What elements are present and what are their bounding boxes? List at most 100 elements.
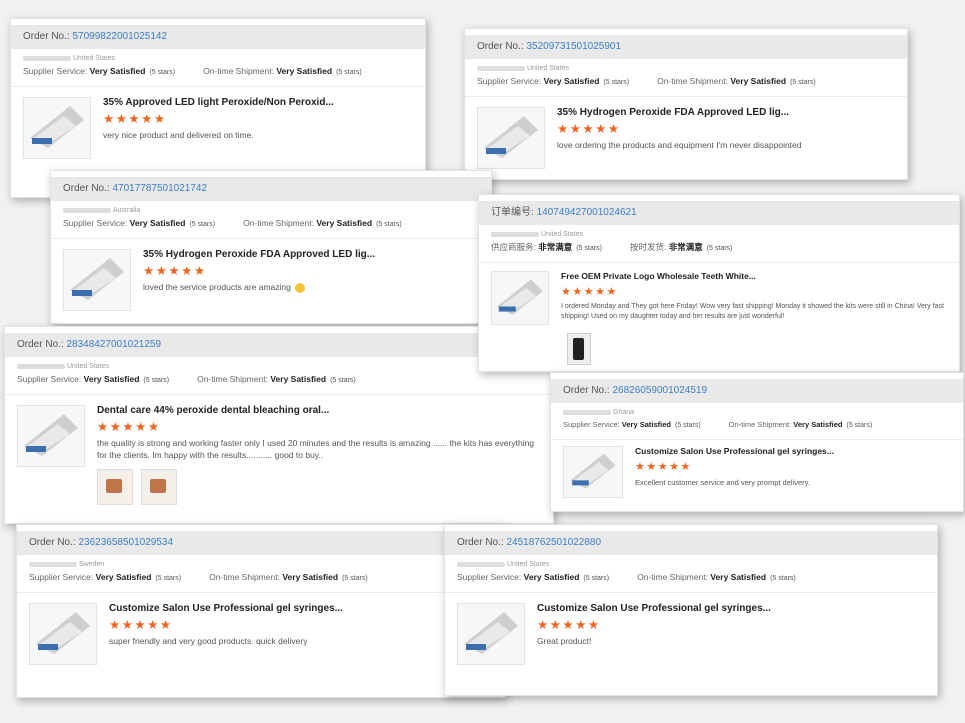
order-label: Order No.: bbox=[457, 537, 504, 548]
supplier-service-label: Supplier Service: bbox=[63, 218, 128, 228]
order-number-link[interactable]: 47017787501021742 bbox=[112, 183, 207, 194]
supplier-service-value: 非常满意 bbox=[538, 242, 573, 252]
supplier-service-stars: (5 stars) bbox=[155, 575, 182, 582]
rating-stars: ★★★★★ bbox=[97, 420, 161, 434]
order-number-link[interactable]: 28348427001021259 bbox=[66, 339, 161, 350]
shipment-value: 非常满意 bbox=[668, 242, 703, 252]
order-number-link[interactable]: 26826059001024519 bbox=[612, 385, 707, 396]
order-number-link[interactable]: 24518762501022880 bbox=[506, 537, 601, 548]
rating-stars: ★★★★★ bbox=[537, 618, 601, 632]
supplier-service-stars: (5 stars) bbox=[149, 69, 176, 76]
country: United States bbox=[541, 231, 584, 238]
shipment-value: Very Satisfied bbox=[282, 572, 339, 582]
buyer-location: United States bbox=[457, 559, 925, 570]
product-title-link[interactable]: 35% Approved LED light Peroxide/Non Pero… bbox=[103, 97, 413, 108]
product-title-link[interactable]: Customize Salon Use Professional gel syr… bbox=[537, 603, 925, 614]
review-comment: Excellent customer service and very prom… bbox=[635, 478, 810, 487]
order-label: Order No.: bbox=[29, 537, 76, 548]
product-thumbnail[interactable] bbox=[491, 271, 549, 325]
review-comment: loved the service products are amazing bbox=[143, 281, 479, 293]
shipment-value: Very Satisfied bbox=[270, 374, 327, 384]
rating-summary: Supplier Service: Very Satisfied (5 stars… bbox=[63, 216, 479, 232]
product-title-link[interactable]: Customize Salon Use Professional gel syr… bbox=[635, 446, 951, 456]
review-photo[interactable] bbox=[97, 469, 133, 505]
shipment-label: On-time Shipment: bbox=[197, 374, 268, 384]
order-header: Order No.: 24518762501022880 bbox=[445, 531, 937, 555]
order-label: Order No.: bbox=[17, 339, 64, 350]
supplier-service-stars: (5 stars) bbox=[675, 422, 701, 429]
supplier-service-label: Supplier Service: bbox=[457, 572, 522, 582]
product-title-link[interactable]: Free OEM Private Logo Wholesale Teeth Wh… bbox=[561, 271, 947, 281]
buyer-location: United States bbox=[17, 361, 541, 372]
shipment-stars: (5 stars) bbox=[342, 575, 368, 582]
order-number-link[interactable]: 35209731501025901 bbox=[526, 41, 621, 52]
country: Sweden bbox=[79, 561, 105, 568]
buyer-location: Australia bbox=[63, 205, 479, 216]
review-photo[interactable] bbox=[567, 333, 591, 365]
rating-summary: 供应商服务: 非常满意 (5 stars) 按时发货: 非常满意 (5 stars) bbox=[491, 240, 947, 256]
shipment-label: On-time Shipment: bbox=[209, 572, 280, 582]
buyer-location: Sweden bbox=[29, 559, 493, 570]
order-number-link[interactable]: 140749427001024621 bbox=[537, 207, 637, 218]
order-label: Order No.: bbox=[63, 183, 110, 194]
supplier-service-stars: (5 stars) bbox=[576, 245, 602, 252]
buyer-location: United States bbox=[477, 63, 895, 74]
order-label: Order No.: bbox=[23, 31, 70, 42]
country: Australia bbox=[113, 207, 141, 214]
review-comment-text: loved the service products are amazing bbox=[143, 282, 291, 292]
shipment-stars: (5 stars) bbox=[330, 377, 356, 384]
shipment-stars: (5 stars) bbox=[336, 69, 362, 76]
product-thumbnail[interactable] bbox=[17, 405, 85, 467]
whitening-kit-icon bbox=[464, 612, 518, 654]
product-thumbnail[interactable] bbox=[477, 107, 545, 169]
product-thumbnail[interactable] bbox=[63, 249, 131, 311]
product-title-link[interactable]: Customize Salon Use Professional gel syr… bbox=[109, 603, 493, 614]
supplier-service-label: Supplier Service: bbox=[563, 420, 620, 429]
country: United States bbox=[527, 65, 570, 72]
whitening-kit-icon bbox=[24, 414, 78, 456]
buyer-location: United States bbox=[491, 229, 947, 240]
review-card: Order No.: 23623658501029534 Sweden Supp… bbox=[16, 524, 506, 698]
supplier-service-value: Very Satisfied bbox=[543, 76, 600, 86]
order-label: Order No.: bbox=[563, 385, 610, 396]
supplier-service-label: Supplier Service: bbox=[17, 374, 82, 384]
order-number-link[interactable]: 57099822001025142 bbox=[72, 31, 167, 42]
product-thumbnail[interactable] bbox=[23, 97, 91, 159]
rating-stars: ★★★★★ bbox=[109, 618, 173, 632]
whitening-kit-icon bbox=[70, 258, 124, 300]
shipment-stars: (5 stars) bbox=[846, 422, 873, 429]
product-title-link[interactable]: 35% Hydrogen Peroxide FDA Approved LED l… bbox=[557, 107, 895, 118]
buyer-location: United States bbox=[23, 53, 413, 64]
shipment-label: On-time Shipment: bbox=[203, 66, 274, 76]
country: United States bbox=[507, 561, 550, 568]
rating-summary: Supplier Service: Very Satisfied (5 stars… bbox=[29, 570, 493, 586]
review-card: Order No.: 26826059001024519 Ghana Suppl… bbox=[550, 372, 964, 512]
order-number-link[interactable]: 23623658501029534 bbox=[78, 537, 173, 548]
shipment-value: Very Satisfied bbox=[710, 572, 767, 582]
rating-summary: Supplier Service: Very Satisfied (5 stars… bbox=[457, 570, 925, 586]
review-card: Order No.: 47017787501021742 Australia S… bbox=[50, 170, 492, 324]
shipment-label: On-time Shipment: bbox=[243, 218, 314, 228]
product-thumbnail[interactable] bbox=[563, 446, 623, 498]
review-photo[interactable] bbox=[141, 469, 177, 505]
supplier-service-label: 供应商服务: bbox=[491, 242, 536, 252]
review-comment: Great product! bbox=[537, 636, 592, 646]
order-header: Order No.: 47017787501021742 bbox=[51, 177, 491, 201]
product-thumbnail[interactable] bbox=[457, 603, 525, 665]
supplier-service-value: Very Satisfied bbox=[83, 374, 140, 384]
supplier-service-value: Very Satisfied bbox=[621, 420, 671, 429]
product-title-link[interactable]: Dental care 44% peroxide dental bleachin… bbox=[97, 405, 541, 416]
shipment-stars: (5 stars) bbox=[376, 221, 402, 228]
product-title-link[interactable]: 35% Hydrogen Peroxide FDA Approved LED l… bbox=[143, 249, 479, 260]
shipment-stars: (5 stars) bbox=[706, 245, 733, 252]
order-header: Order No.: 28348427001021259 bbox=[5, 333, 553, 357]
rating-summary: Supplier Service: Very Satisfied (5 stars… bbox=[477, 74, 895, 90]
product-thumbnail[interactable] bbox=[29, 603, 97, 665]
supplier-service-value: Very Satisfied bbox=[95, 572, 152, 582]
whitening-kit-icon bbox=[570, 453, 616, 489]
review-photos bbox=[97, 469, 541, 505]
shipment-value: Very Satisfied bbox=[793, 420, 843, 429]
buyer-location: Ghana bbox=[563, 407, 951, 418]
smiley-icon bbox=[295, 282, 306, 293]
rating-stars: ★★★★★ bbox=[557, 122, 621, 136]
